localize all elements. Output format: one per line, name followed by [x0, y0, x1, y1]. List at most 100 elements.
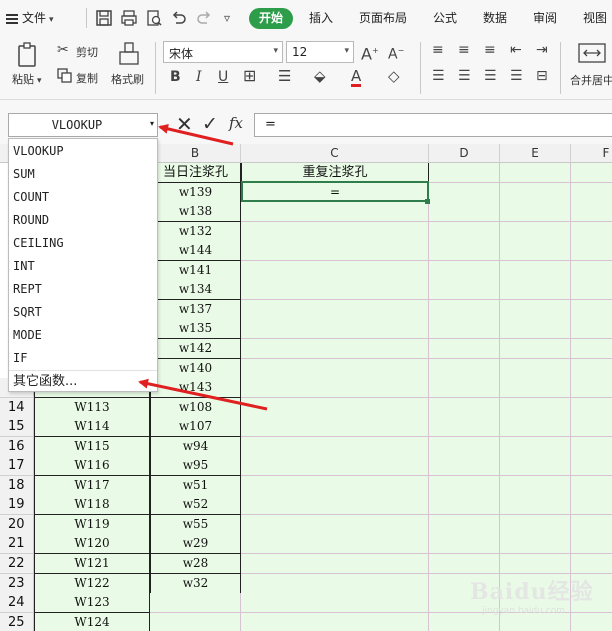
copy-button-label[interactable]: 复制 [76, 70, 98, 86]
function-option[interactable]: ROUND [9, 209, 157, 231]
cell-d[interactable] [429, 358, 500, 379]
cell-f[interactable] [571, 163, 612, 183]
paste-icon[interactable] [16, 42, 40, 68]
row-header[interactable]: 19 [0, 495, 34, 516]
cell-c[interactable] [241, 456, 429, 477]
cell-f[interactable] [571, 378, 612, 399]
cell-a[interactable]: W119 [34, 514, 150, 535]
save-icon[interactable] [95, 9, 113, 27]
tab-home[interactable]: 开始 [249, 8, 293, 29]
cell-f[interactable] [571, 358, 612, 379]
cell-c[interactable]: = [241, 182, 429, 203]
align-left-icon[interactable]: ☰ [432, 68, 445, 84]
cell-b[interactable]: w144 [150, 241, 241, 262]
cell-f[interactable] [571, 182, 612, 203]
cell-f[interactable] [571, 299, 612, 320]
align-bottom-icon[interactable]: ≡ [484, 42, 496, 58]
format-painter-icon[interactable] [118, 42, 140, 66]
row-header[interactable]: 16 [0, 436, 34, 457]
cell-f[interactable] [571, 319, 612, 340]
tab-review[interactable]: 审阅 [533, 10, 557, 27]
cell-a[interactable]: W124 [34, 612, 150, 631]
eraser-icon[interactable]: ◇ [388, 68, 400, 84]
cell-b[interactable] [150, 593, 241, 614]
check-icon[interactable]: ✓ [202, 114, 218, 134]
row-header[interactable]: 18 [0, 475, 34, 496]
row-header[interactable]: 22 [0, 554, 34, 574]
row-header[interactable]: 17 [0, 456, 34, 477]
more-chevron-icon[interactable]: ▿ [224, 10, 230, 27]
cell-f[interactable] [571, 456, 612, 477]
cell-b[interactable]: w95 [150, 456, 241, 477]
cell-f[interactable] [571, 241, 612, 262]
cell-f[interactable] [571, 260, 612, 281]
cell-c[interactable] [241, 612, 429, 631]
cell-c[interactable] [241, 221, 429, 242]
function-option[interactable]: VLOOKUP [9, 140, 157, 162]
chevron-down-icon[interactable]: ▾ [150, 119, 154, 128]
cell-d[interactable] [429, 436, 500, 457]
tab-insert[interactable]: 插入 [309, 10, 333, 27]
cell-e[interactable] [500, 495, 571, 516]
cut-button-label[interactable]: 剪切 [76, 44, 98, 60]
distribute-icon[interactable]: ⊟ [536, 68, 548, 84]
cell-c[interactable] [241, 417, 429, 438]
cell-c[interactable]: 重复注浆孔 [241, 163, 429, 183]
fill-style-icon[interactable]: ☰ [278, 68, 291, 84]
cell-d[interactable] [429, 182, 500, 203]
cell-e[interactable] [500, 436, 571, 457]
cell-c[interactable] [241, 593, 429, 614]
function-option[interactable]: INT [9, 255, 157, 277]
column-header-d[interactable]: D [429, 144, 500, 163]
format-painter-label[interactable]: 格式刷 [111, 71, 144, 87]
row-header[interactable]: 24 [0, 593, 34, 614]
function-option[interactable]: SUM [9, 163, 157, 185]
insert-function-button[interactable]: fx [229, 114, 243, 132]
tab-data[interactable]: 数据 [483, 10, 507, 27]
row-header[interactable]: 20 [0, 514, 34, 535]
cell-b[interactable]: w143 [150, 378, 241, 399]
column-header-b[interactable]: B [150, 144, 241, 163]
cell-b[interactable]: w107 [150, 417, 241, 438]
cell-d[interactable] [429, 280, 500, 301]
cell-f[interactable] [571, 475, 612, 496]
cell-d[interactable] [429, 417, 500, 438]
font-size-select[interactable]: 12 ▾ [286, 41, 354, 63]
fill-color-icon[interactable]: ⬙ [314, 68, 326, 84]
cell-d[interactable] [429, 299, 500, 320]
function-option[interactable]: IF [9, 347, 157, 369]
paste-button-label[interactable]: 粘贴 ▾ [12, 71, 42, 87]
cell-c[interactable] [241, 573, 429, 594]
cell-e[interactable] [500, 397, 571, 418]
tab-page-layout[interactable]: 页面布局 [359, 10, 407, 27]
cell-b[interactable]: w140 [150, 358, 241, 379]
cell-d[interactable] [429, 378, 500, 399]
cell-b[interactable]: w51 [150, 475, 241, 496]
cell-f[interactable] [571, 397, 612, 418]
name-box[interactable]: VLOOKUP ▾ [8, 113, 158, 137]
cell-c[interactable] [241, 554, 429, 574]
function-option[interactable]: CEILING [9, 232, 157, 254]
bold-icon[interactable]: B [170, 69, 181, 85]
cell-d[interactable] [429, 534, 500, 555]
cell-d[interactable] [429, 475, 500, 496]
border-icon[interactable]: ⊞ [243, 68, 256, 84]
cell-a[interactable]: W116 [34, 456, 150, 477]
cell-f[interactable] [571, 534, 612, 555]
cell-c[interactable] [241, 397, 429, 418]
justify-icon[interactable]: ☰ [510, 68, 523, 84]
increase-font-icon[interactable]: A+ [361, 43, 379, 62]
cell-c[interactable] [241, 495, 429, 516]
print-icon[interactable] [120, 9, 138, 27]
fill-handle[interactable] [425, 199, 430, 204]
cell-d[interactable] [429, 260, 500, 281]
cell-e[interactable] [500, 338, 571, 359]
cell-b[interactable] [150, 612, 241, 631]
cell-b[interactable]: w138 [150, 202, 241, 223]
cell-b[interactable]: w52 [150, 495, 241, 516]
cell-e[interactable] [500, 475, 571, 496]
cell-b[interactable]: w137 [150, 299, 241, 320]
cell-c[interactable] [241, 202, 429, 223]
cell-a[interactable]: W113 [34, 397, 150, 418]
cell-b[interactable]: w55 [150, 514, 241, 535]
